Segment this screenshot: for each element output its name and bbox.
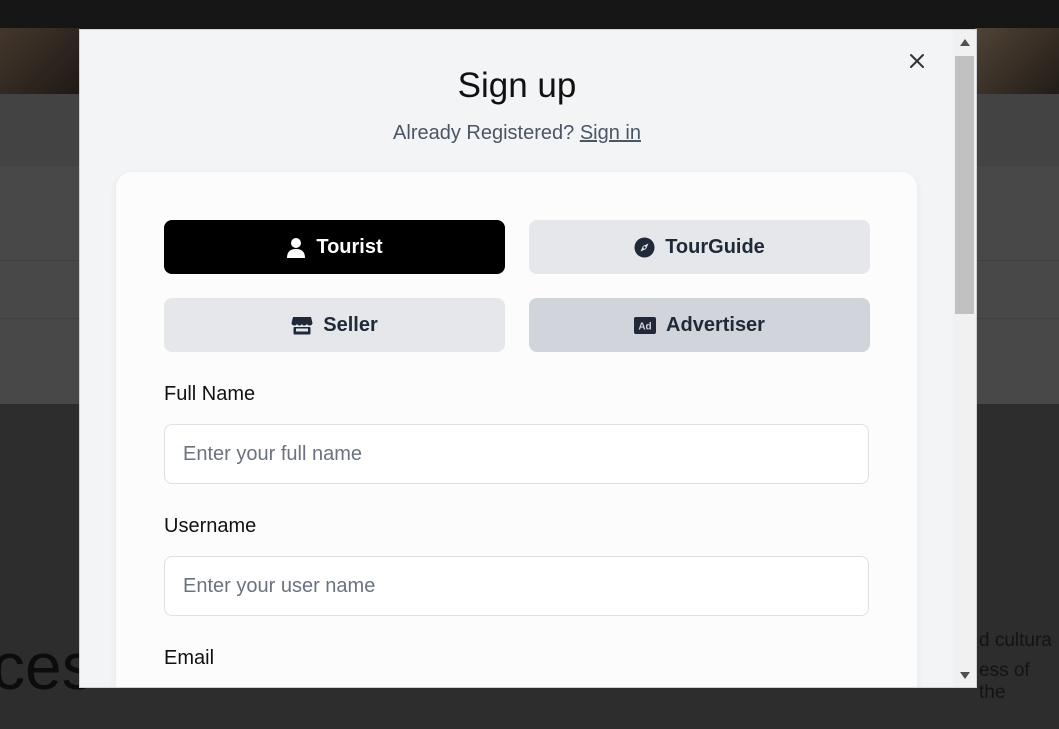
role-label: Tourist bbox=[316, 235, 383, 258]
ad-icon: Ad bbox=[634, 316, 657, 334]
username-label: Username bbox=[164, 515, 257, 537]
full-name-input[interactable] bbox=[164, 424, 869, 484]
scroll-up-button[interactable] bbox=[953, 30, 976, 54]
modal-title: Sign up bbox=[457, 66, 577, 105]
email-label: Email bbox=[164, 647, 215, 669]
role-label: Seller bbox=[323, 313, 378, 336]
signup-form-card: Tourist TourGuide Seller Ad Advertiser F… bbox=[116, 172, 917, 687]
compass-icon bbox=[634, 237, 655, 257]
scroll-thumb[interactable] bbox=[955, 56, 974, 314]
username-input[interactable] bbox=[164, 556, 869, 616]
user-icon bbox=[287, 237, 306, 258]
svg-text:Ad: Ad bbox=[638, 321, 651, 332]
triangle-up-icon bbox=[959, 38, 970, 46]
modal-scrollbar[interactable] bbox=[953, 30, 976, 687]
role-button-tourguide[interactable]: TourGuide bbox=[529, 220, 870, 274]
scroll-down-button[interactable] bbox=[953, 663, 976, 687]
signin-prompt: Already Registered? Sign in bbox=[80, 122, 954, 145]
role-button-tourist[interactable]: Tourist bbox=[164, 220, 505, 274]
signin-prompt-text: Already Registered? bbox=[393, 122, 575, 144]
triangle-down-icon bbox=[959, 671, 970, 679]
signup-modal: Sign up Already Registered? Sign in Tour… bbox=[79, 29, 977, 688]
store-icon bbox=[291, 316, 313, 334]
full-name-label: Full Name bbox=[164, 383, 256, 405]
role-label: TourGuide bbox=[665, 235, 765, 258]
role-button-advertiser[interactable]: Ad Advertiser bbox=[529, 298, 870, 352]
signin-link[interactable]: Sign in bbox=[580, 122, 641, 144]
role-button-seller[interactable]: Seller bbox=[164, 298, 505, 352]
role-label: Advertiser bbox=[666, 313, 765, 336]
